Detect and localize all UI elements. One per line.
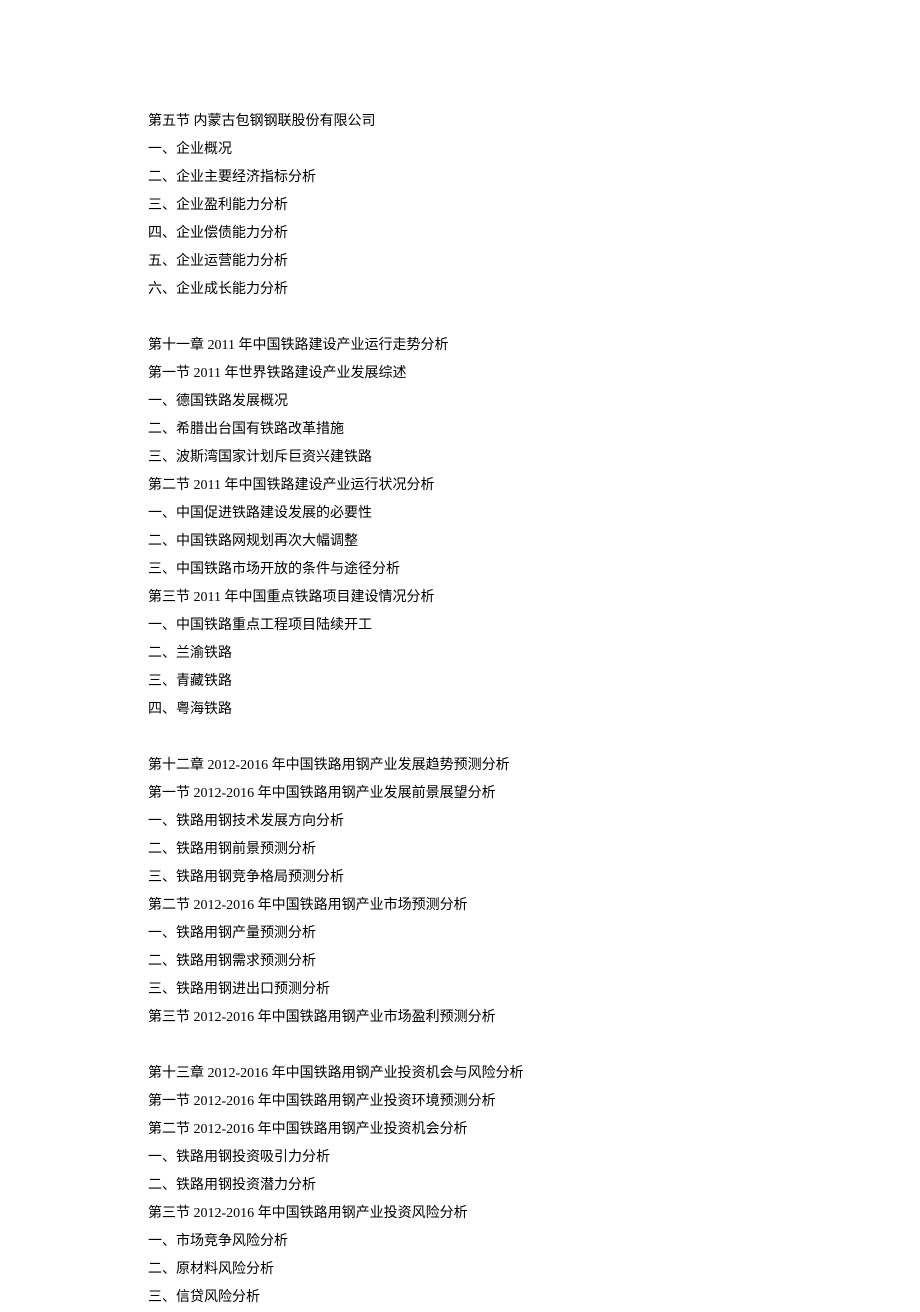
section-gap (148, 724, 920, 752)
toc-line: 三、波斯湾国家计划斥巨资兴建铁路 (148, 444, 920, 472)
toc-line: 第五节 内蒙古包钢钢联股份有限公司 (148, 108, 920, 136)
toc-line: 一、中国促进铁路建设发展的必要性 (148, 500, 920, 528)
document-page: 第五节 内蒙古包钢钢联股份有限公司 一、企业概况 二、企业主要经济指标分析 三、… (0, 0, 920, 1312)
toc-line: 第二节 2011 年中国铁路建设产业运行状况分析 (148, 472, 920, 500)
toc-line: 第一节 2012-2016 年中国铁路用钢产业投资环境预测分析 (148, 1088, 920, 1116)
toc-line: 五、企业运营能力分析 (148, 248, 920, 276)
section-gap (148, 1032, 920, 1060)
toc-line: 第三节 2011 年中国重点铁路项目建设情况分析 (148, 584, 920, 612)
toc-line: 第三节 2012-2016 年中国铁路用钢产业市场盈利预测分析 (148, 1004, 920, 1032)
toc-line: 二、铁路用钢前景预测分析 (148, 836, 920, 864)
toc-line: 第二节 2012-2016 年中国铁路用钢产业投资机会分析 (148, 1116, 920, 1144)
chapter-11: 第十一章 2011 年中国铁路建设产业运行走势分析 第一节 2011 年世界铁路… (148, 332, 920, 724)
toc-line: 三、铁路用钢竞争格局预测分析 (148, 864, 920, 892)
toc-line: 二、铁路用钢投资潜力分析 (148, 1172, 920, 1200)
toc-line: 三、信贷风险分析 (148, 1284, 920, 1312)
toc-line: 二、兰渝铁路 (148, 640, 920, 668)
toc-line: 一、市场竞争风险分析 (148, 1228, 920, 1256)
toc-line: 第十二章 2012-2016 年中国铁路用钢产业发展趋势预测分析 (148, 752, 920, 780)
toc-line: 二、原材料风险分析 (148, 1256, 920, 1284)
toc-line: 三、中国铁路市场开放的条件与途径分析 (148, 556, 920, 584)
toc-line: 一、企业概况 (148, 136, 920, 164)
toc-line: 第三节 2012-2016 年中国铁路用钢产业投资风险分析 (148, 1200, 920, 1228)
section-gap (148, 304, 920, 332)
toc-line: 四、企业偿债能力分析 (148, 220, 920, 248)
toc-line: 第一节 2012-2016 年中国铁路用钢产业发展前景展望分析 (148, 780, 920, 808)
toc-line: 一、德国铁路发展概况 (148, 388, 920, 416)
toc-line: 三、企业盈利能力分析 (148, 192, 920, 220)
toc-line: 二、铁路用钢需求预测分析 (148, 948, 920, 976)
toc-line: 三、青藏铁路 (148, 668, 920, 696)
toc-line: 一、铁路用钢技术发展方向分析 (148, 808, 920, 836)
toc-line: 二、中国铁路网规划再次大幅调整 (148, 528, 920, 556)
toc-line: 二、企业主要经济指标分析 (148, 164, 920, 192)
toc-line: 一、中国铁路重点工程项目陆续开工 (148, 612, 920, 640)
toc-line: 六、企业成长能力分析 (148, 276, 920, 304)
toc-line: 一、铁路用钢产量预测分析 (148, 920, 920, 948)
section-5: 第五节 内蒙古包钢钢联股份有限公司 一、企业概况 二、企业主要经济指标分析 三、… (148, 108, 920, 304)
chapter-12: 第十二章 2012-2016 年中国铁路用钢产业发展趋势预测分析 第一节 201… (148, 752, 920, 1032)
toc-line: 三、铁路用钢进出口预测分析 (148, 976, 920, 1004)
toc-line: 四、粤海铁路 (148, 696, 920, 724)
toc-line: 第十三章 2012-2016 年中国铁路用钢产业投资机会与风险分析 (148, 1060, 920, 1088)
toc-line: 一、铁路用钢投资吸引力分析 (148, 1144, 920, 1172)
toc-line: 二、希腊出台国有铁路改革措施 (148, 416, 920, 444)
toc-line: 第一节 2011 年世界铁路建设产业发展综述 (148, 360, 920, 388)
toc-line: 第二节 2012-2016 年中国铁路用钢产业市场预测分析 (148, 892, 920, 920)
toc-line: 第十一章 2011 年中国铁路建设产业运行走势分析 (148, 332, 920, 360)
chapter-13: 第十三章 2012-2016 年中国铁路用钢产业投资机会与风险分析 第一节 20… (148, 1060, 920, 1312)
